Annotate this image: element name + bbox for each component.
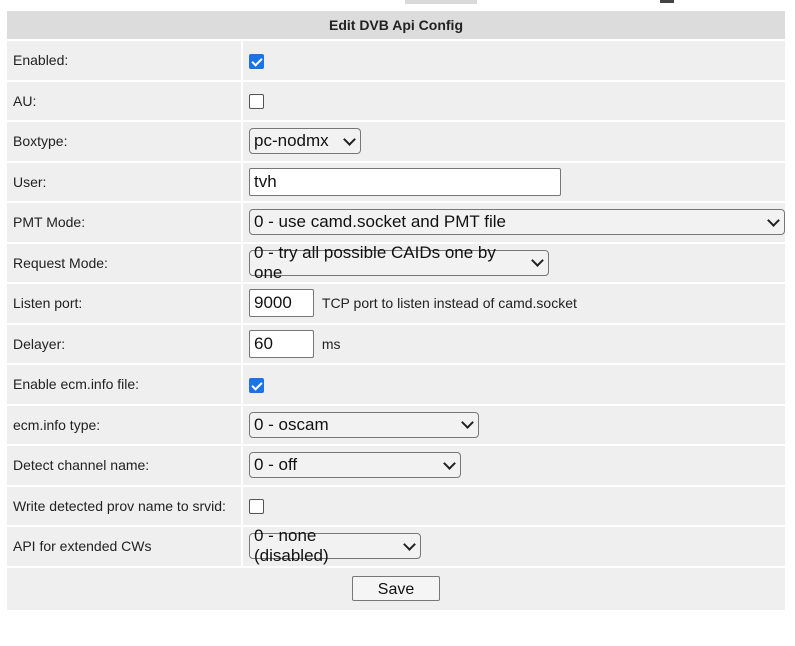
form-row-save: Save [7,565,785,610]
listen-port-input[interactable]: 9000 [249,289,314,318]
ecm-info-type-select[interactable]: 0 - oscam [249,411,479,438]
select-value: 0 - none (disabled) [254,526,329,566]
field-label: Enable ecm.info file: [7,363,243,405]
field-label: API for extended CWs [7,525,243,567]
field-label: User: [7,160,243,202]
form-row-detect-channel-name: Detect channel name: 0 - off [7,444,785,486]
field-label: Enabled: [7,39,243,81]
chevron-down-icon [343,132,356,146]
chevron-down-icon [443,456,456,470]
field-label: AU: [7,79,243,121]
form-row-api-extended-cws: API for extended CWs 0 - none (disabled) [7,525,785,567]
partial-element [660,0,674,3]
field-label: Request Mode: [7,241,243,283]
panel-title: Edit DVB Api Config [7,11,785,39]
detect-channel-name-select[interactable]: 0 - off [249,452,461,479]
request-mode-select[interactable]: 0 - try all possible CAIDs one by one [249,243,549,282]
au-checkbox[interactable] [249,94,264,110]
chevron-down-icon [531,254,544,268]
form-row-write-prov-name: Write detected prov name to srvid: [7,484,785,526]
api-extended-cws-select[interactable]: 0 - none (disabled) [249,526,421,565]
write-prov-name-checkbox[interactable] [249,499,264,515]
chevron-down-icon [403,537,416,551]
select-value: pc-nodmx [254,131,329,151]
form-row-user: User: tvh [7,160,785,202]
form-row-ecm-info-type: ecm.info type: 0 - oscam [7,403,785,445]
field-label: Listen port: [7,282,243,324]
config-form: Enabled: AU: Boxtype: pc-nodmx User: tvh… [7,39,785,610]
form-row-pmt-mode: PMT Mode: 0 - use camd.socket and PMT fi… [7,201,785,243]
dvbapi-config-panel: Edit DVB Api Config Enabled: AU: Boxtype… [7,11,785,610]
form-row-boxtype: Boxtype: pc-nodmx [7,120,785,162]
boxtype-select[interactable]: pc-nodmx [249,128,361,155]
form-row-enabled: Enabled: [7,39,785,81]
field-label: Detect channel name: [7,444,243,486]
save-button[interactable]: Save [352,576,440,601]
top-partial-bar [0,0,795,10]
select-value: 0 - off [254,455,298,475]
field-label: Write detected prov name to srvid: [7,484,243,526]
delayer-input[interactable]: 60 [249,329,314,358]
field-label: ecm.info type: [7,403,243,445]
field-label: Boxtype: [7,120,243,162]
listen-port-hint: TCP port to listen instead of camd.socke… [321,295,577,312]
select-value: 0 - use camd.socket and PMT file [254,212,506,232]
pmt-mode-select[interactable]: 0 - use camd.socket and PMT file [249,209,785,236]
chevron-down-icon [461,416,474,430]
delayer-unit: ms [321,335,341,352]
form-row-au: AU: [7,79,785,121]
chevron-down-icon [767,213,780,227]
partial-element [405,0,477,4]
form-row-listen-port: Listen port: 9000 TCP port to listen ins… [7,282,785,324]
form-row-delayer: Delayer: 60 ms [7,322,785,364]
field-label: PMT Mode: [7,201,243,243]
form-row-request-mode: Request Mode: 0 - try all possible CAIDs… [7,241,785,283]
select-value: 0 - oscam [254,414,329,434]
select-value: 0 - try all possible CAIDs one by one [254,242,496,282]
ecm-info-file-checkbox[interactable] [249,377,264,393]
field-label: Delayer: [7,322,243,364]
user-input[interactable]: tvh [249,167,561,196]
enabled-checkbox[interactable] [249,53,264,69]
form-row-ecm-info-file: Enable ecm.info file: [7,363,785,405]
